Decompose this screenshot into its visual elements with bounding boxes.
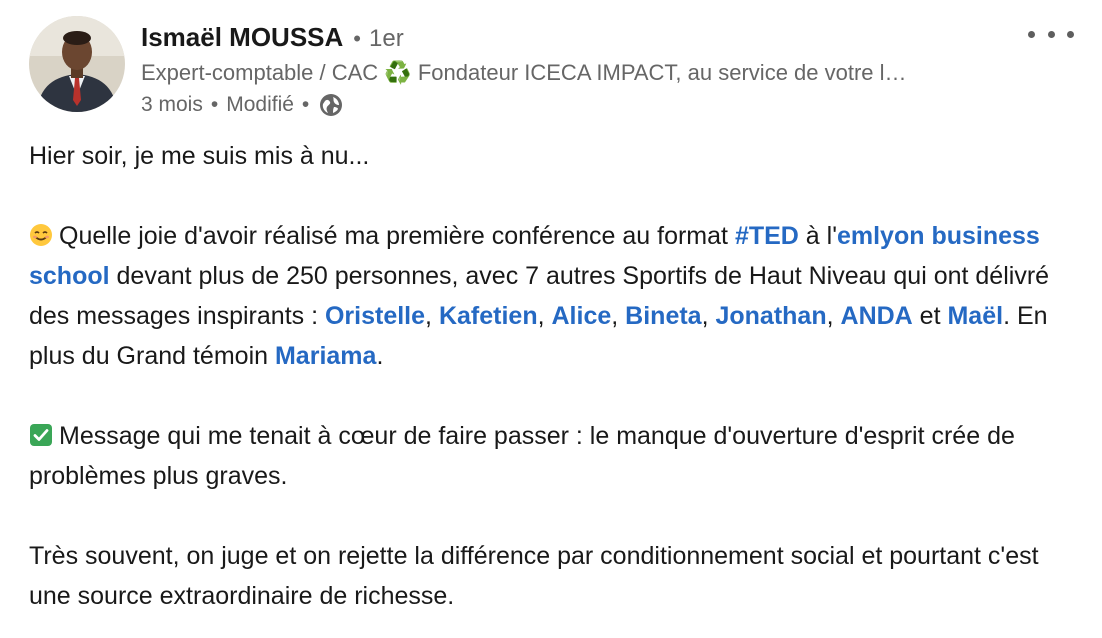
check-mark-icon: [29, 419, 53, 446]
text-segment: et: [912, 302, 948, 330]
author-headline: Expert-comptable / CAC ♻️ Fondateur ICEC…: [141, 56, 1006, 90]
hashtag-link-ted[interactable]: #TED: [735, 222, 799, 250]
post-paragraph: Quelle joie d'avoir réalisé ma première …: [29, 216, 1079, 376]
text-segment: ,: [425, 302, 439, 330]
mention-link-mariama[interactable]: Mariama: [275, 342, 376, 370]
mention-link-mael[interactable]: Maël: [947, 302, 1003, 330]
headline-part-1: Expert-comptable / CAC: [141, 60, 379, 85]
mention-link-alice[interactable]: Alice: [552, 302, 612, 330]
mention-link-jonathan[interactable]: Jonathan: [715, 302, 826, 330]
mention-link-kafetien[interactable]: Kafetien: [439, 302, 538, 330]
smiling-face-icon: [29, 219, 53, 246]
feed-post: Ismaël MOUSSA • 1er Expert-comptable / C…: [0, 0, 1102, 638]
more-options-button[interactable]: [1028, 22, 1074, 46]
post-meta: 3 mois • Modifié •: [141, 90, 1021, 120]
mention-link-anda[interactable]: ANDA: [841, 302, 913, 330]
post-paragraph: Très souvent, on juge et on rejette la d…: [29, 542, 1039, 610]
separator-dot: •: [210, 93, 219, 116]
post-time[interactable]: 3 mois: [141, 90, 203, 120]
more-horizontal-icon: [1047, 30, 1055, 38]
separator-dot: •: [353, 26, 361, 51]
post-paragraph: Hier soir, je me suis mis à nu...: [29, 142, 370, 170]
text-segment: à l': [798, 222, 837, 250]
author-avatar[interactable]: [29, 16, 125, 112]
more-horizontal-icon: [1067, 30, 1074, 38]
more-horizontal-icon: [1028, 30, 1035, 38]
post-text: Hier soir, je me suis mis à nu... Quelle…: [29, 136, 1079, 616]
text-segment: Quelle joie d'avoir réalisé ma première …: [59, 222, 735, 250]
post-paragraph: Message qui me tenait à cœur de faire pa…: [29, 416, 1079, 496]
globe-icon: [319, 93, 343, 117]
text-segment: ,: [611, 302, 626, 330]
text-segment: ,: [826, 302, 841, 330]
author-name-line: Ismaël MOUSSA • 1er: [141, 18, 1021, 56]
mention-link-bineta[interactable]: Bineta: [625, 302, 701, 330]
connection-degree: 1er: [369, 25, 404, 52]
avatar-photo: [29, 16, 125, 112]
text-segment: .: [376, 342, 384, 370]
edited-label: Modifié: [226, 93, 294, 116]
text-segment: Message qui me tenait à cœur de faire pa…: [29, 422, 1015, 490]
text-segment: ,: [701, 302, 716, 330]
mention-link-oristelle[interactable]: Oristelle: [325, 302, 425, 330]
separator-dot: •: [301, 93, 310, 116]
author-name[interactable]: Ismaël MOUSSA: [141, 18, 343, 56]
text-segment: ,: [537, 302, 552, 330]
recycle-icon: ♻️: [384, 60, 412, 85]
headline-part-2: Fondateur ICECA IMPACT, au service de vo…: [417, 60, 907, 85]
post-header: Ismaël MOUSSA • 1er Expert-comptable / C…: [141, 18, 1021, 120]
